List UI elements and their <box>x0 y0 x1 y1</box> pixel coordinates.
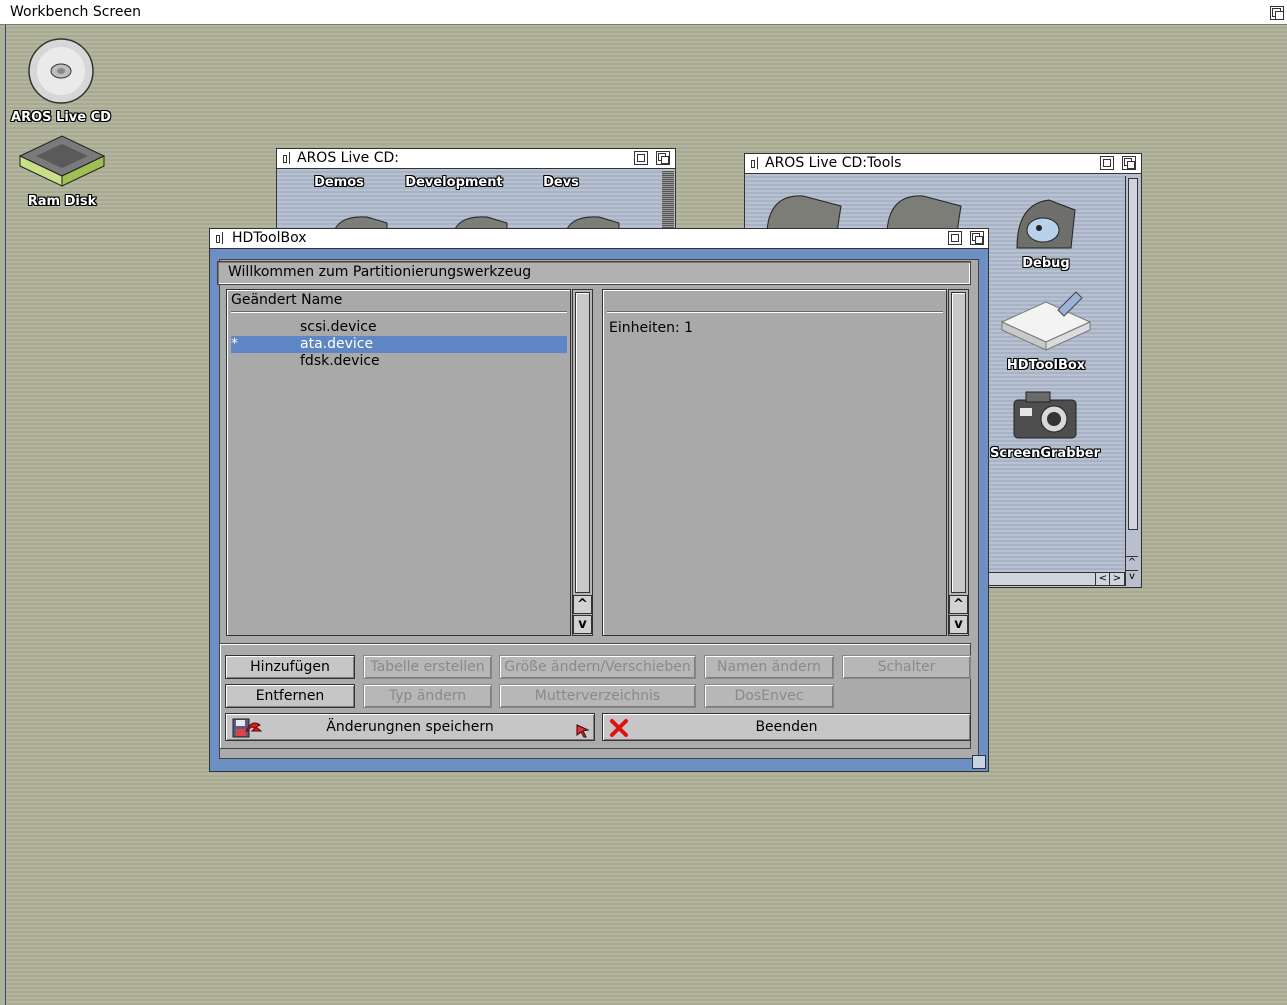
save-changes-button[interactable]: Änderungnen speichern <box>225 713 595 741</box>
scroll-up-icon[interactable]: ^ <box>1126 556 1138 569</box>
scroll-knob[interactable] <box>1128 178 1138 530</box>
folder-icons-row <box>766 195 962 233</box>
rename-button[interactable]: Namen ändern <box>704 655 834 679</box>
change-type-button[interactable]: Typ ändern <box>363 684 492 708</box>
desktop-icon-ram-disk[interactable]: Ram Disk <box>12 132 112 209</box>
screen-depth-gadget-icon[interactable] <box>1270 6 1284 20</box>
red-x-icon <box>610 719 628 737</box>
tool-label: HDToolBox <box>1006 358 1086 373</box>
zoom-icon[interactable] <box>634 151 648 165</box>
drawer-label: Demos <box>314 175 364 190</box>
drawer-label: Development <box>405 175 503 190</box>
ram-disk-icon <box>18 135 106 187</box>
vertical-scrollbar[interactable] <box>662 171 674 235</box>
device-name: scsi.device <box>300 319 377 335</box>
units-info: Einheiten: 1 <box>609 320 694 336</box>
list-item[interactable]: fdsk.device <box>227 353 567 370</box>
create-table-button[interactable]: Tabelle erstellen <box>363 655 492 679</box>
quit-button[interactable]: Beenden <box>602 713 971 741</box>
device-name: ata.device <box>300 336 374 352</box>
screen-title: Workbench Screen <box>10 4 141 20</box>
welcome-banner: Willkommen zum Partitionierungswerkzeug <box>217 261 971 285</box>
save-disk-icon <box>232 718 262 738</box>
drawer-label: Devs <box>543 175 579 190</box>
device-name: fdsk.device <box>300 353 380 369</box>
scroll-right-icon[interactable]: > <box>1109 572 1125 586</box>
scroll-knob[interactable] <box>575 292 590 593</box>
zoom-icon[interactable] <box>948 231 962 245</box>
drawer-development[interactable]: Development <box>399 175 509 190</box>
list-header-divider <box>231 311 567 313</box>
debug-icon <box>1016 199 1076 249</box>
add-button[interactable]: Hinzufügen <box>225 655 355 679</box>
resize-icon[interactable] <box>972 755 986 769</box>
info-panel: Einheiten: 1 <box>602 289 947 636</box>
welcome-text: Willkommen zum Partitionierungswerkzeug <box>228 264 532 280</box>
desktop-icon-label: AROS Live CD <box>11 110 111 125</box>
list-item-selected[interactable]: * ata.device <box>231 336 567 353</box>
close-icon[interactable] <box>214 232 223 244</box>
scroll-down-icon[interactable]: v <box>949 615 968 634</box>
hdtoolbox-titlebar[interactable]: HDToolBox <box>210 229 988 249</box>
info-scrollbar[interactable]: ^ v <box>948 289 969 636</box>
live-cd-window-titlebar[interactable]: AROS Live CD: <box>277 149 675 169</box>
scroll-down-icon[interactable]: v <box>573 615 592 634</box>
window-title: AROS Live CD:Tools <box>765 155 902 171</box>
scroll-up-icon[interactable]: ^ <box>949 595 968 614</box>
changed-marker: * <box>231 336 238 352</box>
drawer-demos[interactable]: Demos <box>299 175 379 190</box>
close-icon[interactable] <box>281 152 290 164</box>
list-item[interactable]: scsi.device <box>227 319 567 336</box>
tool-screengrabber[interactable]: ScreenGrabber <box>985 386 1105 461</box>
scroll-down-icon[interactable]: v <box>1126 570 1138 583</box>
device-list[interactable]: Geändert Name scsi.device * ata.device f… <box>226 289 571 636</box>
tool-hdtoolbox[interactable]: HDToolBox <box>991 288 1101 373</box>
remove-button[interactable]: Entfernen <box>225 684 355 708</box>
save-changes-label: Änderungnen speichern <box>326 719 494 735</box>
horizontal-scrollbar[interactable] <box>985 572 1097 586</box>
depth-icon[interactable] <box>656 151 670 165</box>
zoom-icon[interactable] <box>1100 156 1114 170</box>
tools-window-titlebar[interactable]: AROS Live CD:Tools <box>745 154 1141 174</box>
dosenvec-button[interactable]: DosEnvec <box>704 684 834 708</box>
switches-button[interactable]: Schalter <box>842 655 971 679</box>
scroll-up-icon[interactable]: ^ <box>573 595 592 614</box>
live-cd-window[interactable]: AROS Live CD: Demos Development Devs <box>276 148 676 238</box>
tool-label: Debug <box>1022 256 1070 271</box>
desktop-icon-label: Ram Disk <box>27 194 97 209</box>
drawer-devs[interactable]: Devs <box>521 175 601 190</box>
camera-icon <box>1013 391 1077 439</box>
hdtoolbox-icon <box>1000 291 1092 351</box>
scroll-knob[interactable] <box>951 292 966 593</box>
close-icon[interactable] <box>749 157 758 169</box>
window-title: HDToolBox <box>232 230 307 246</box>
parent-button[interactable]: Mutterverzeichnis <box>499 684 696 708</box>
quit-label: Beenden <box>755 719 818 735</box>
info-header-divider <box>607 311 943 313</box>
list-header: Geändert Name <box>231 292 343 308</box>
vertical-scrollbar[interactable]: ^ v <box>1125 176 1140 586</box>
desktop-icon-aros-live-cd[interactable]: AROS Live CD <box>8 36 114 125</box>
device-list-scrollbar[interactable]: ^ v <box>572 289 593 636</box>
window-title: AROS Live CD: <box>297 150 399 166</box>
tool-debug[interactable]: Debug <box>991 190 1101 271</box>
depth-icon[interactable] <box>970 231 984 245</box>
mouse-pointer-icon <box>576 724 590 738</box>
resize-move-button[interactable]: Größe ändern/Verschieben <box>499 655 696 679</box>
cd-disc-icon <box>28 38 94 104</box>
depth-icon[interactable] <box>1122 156 1136 170</box>
tool-label: ScreenGrabber <box>989 446 1101 461</box>
screen-title-bar: Workbench Screen <box>0 0 1287 25</box>
